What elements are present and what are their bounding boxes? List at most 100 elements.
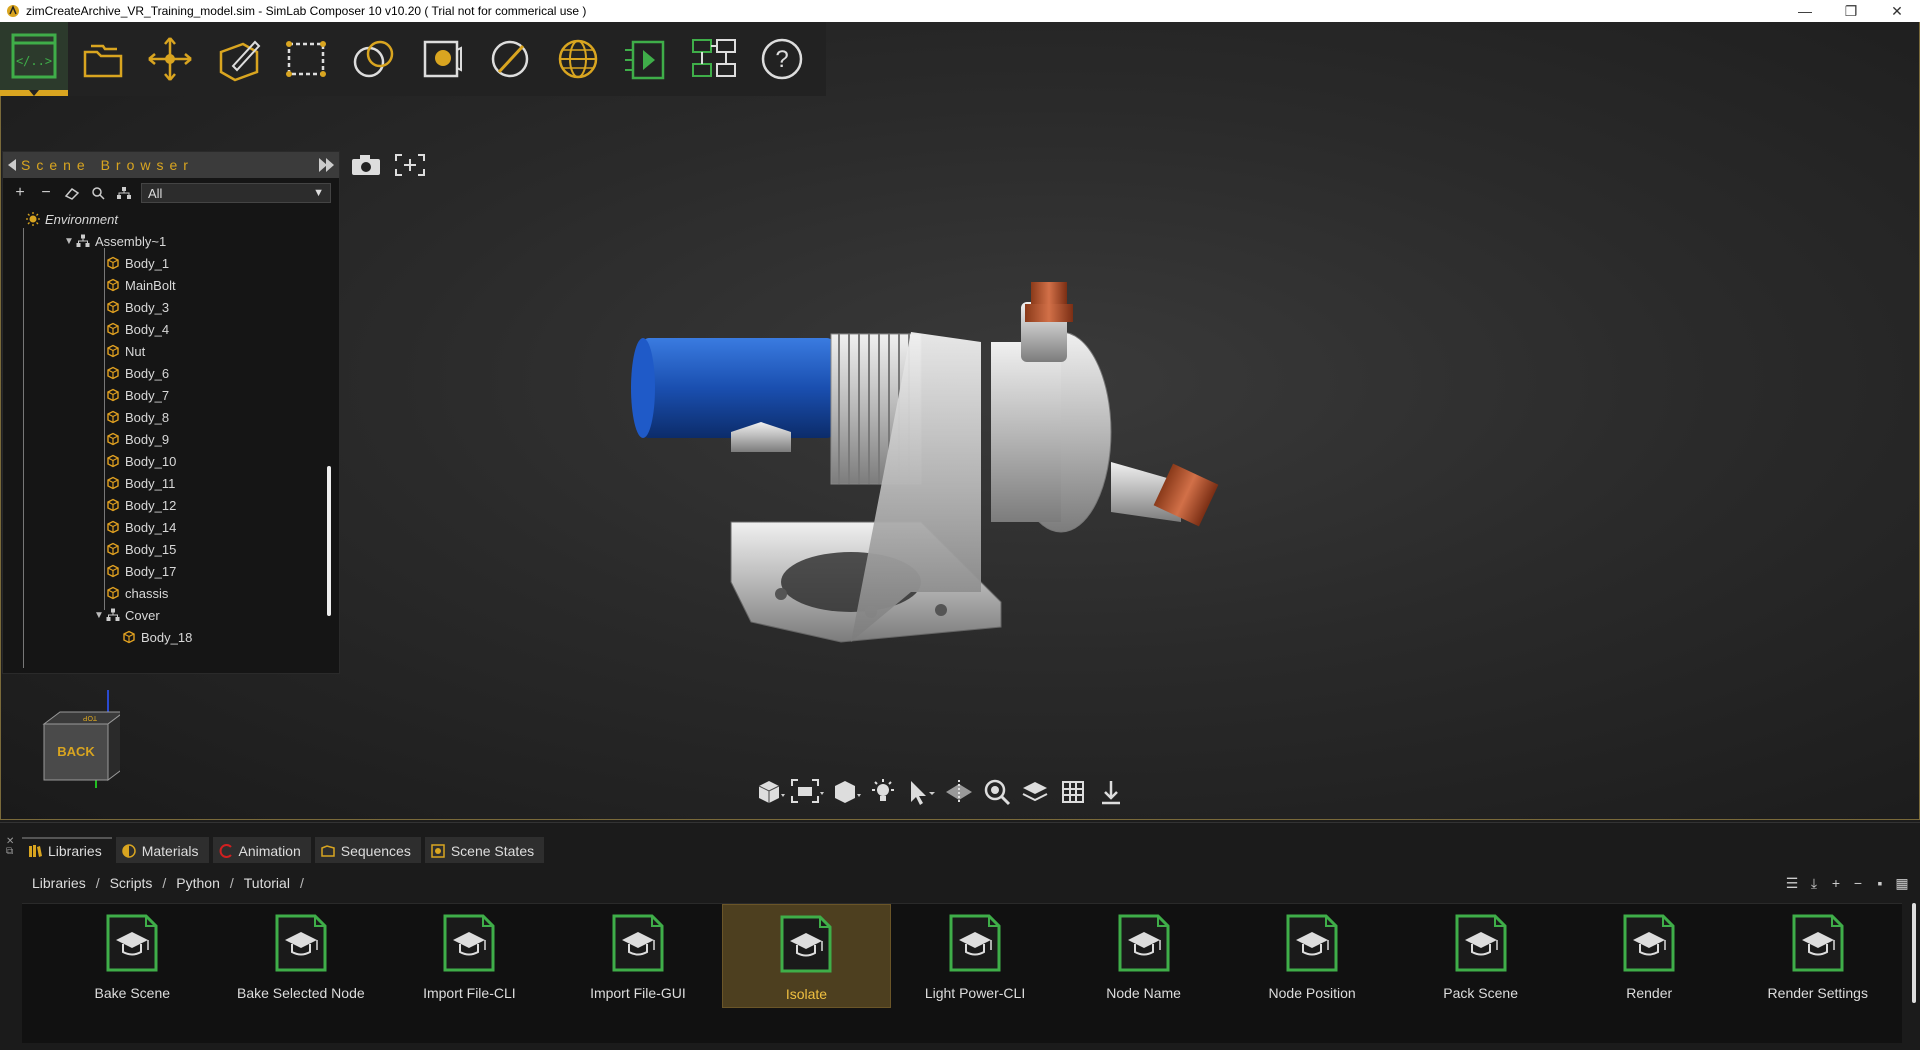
add-icon[interactable]: + xyxy=(11,184,29,202)
open-button[interactable] xyxy=(68,22,136,96)
tree-item[interactable]: Body_18 xyxy=(3,626,339,648)
code-window-icon: </..> xyxy=(11,33,57,79)
tab-label: Sequences xyxy=(340,843,411,859)
snapshot-button[interactable] xyxy=(348,150,384,180)
navigation-cube[interactable]: BACK TOP xyxy=(20,684,120,794)
library-scrollbar[interactable] xyxy=(1912,903,1916,1003)
collapse-left-icon[interactable] xyxy=(7,158,17,172)
library-item[interactable]: Import File-CLI xyxy=(385,904,554,1008)
animation-button[interactable] xyxy=(612,22,680,96)
modeling-button[interactable] xyxy=(204,22,272,96)
mapping-button[interactable] xyxy=(476,22,544,96)
view-mode-icon[interactable]: ▦ xyxy=(1894,875,1910,891)
library-item[interactable]: Import File-GUI xyxy=(554,904,723,1008)
selection-button[interactable] xyxy=(272,22,340,96)
tree-item[interactable]: ▼ Cover xyxy=(3,604,339,626)
pump-model[interactable] xyxy=(621,282,1261,662)
expand-arrow-icon[interactable]: ▼ xyxy=(93,610,105,621)
tree-item-label: Body_15 xyxy=(125,541,177,557)
remove-icon[interactable]: − xyxy=(1850,875,1866,891)
hierarchy-icon[interactable] xyxy=(115,184,133,202)
tree-guide-line xyxy=(104,248,105,610)
library-item[interactable]: Render xyxy=(1565,904,1734,1008)
minimize-button[interactable]: — xyxy=(1782,0,1828,22)
library-item[interactable]: Bake Scene xyxy=(48,904,217,1008)
tree-item[interactable]: Environment xyxy=(3,208,339,230)
move-button[interactable] xyxy=(136,22,204,96)
library-item-label: Pack Scene xyxy=(1443,985,1519,1001)
eraser-icon[interactable] xyxy=(63,184,81,202)
scene-tree-scrollbar[interactable] xyxy=(327,466,331,616)
expand-right-icon[interactable] xyxy=(317,157,335,173)
library-item[interactable]: Light Power-CLI xyxy=(891,904,1060,1008)
scene-browser-header: Scene Browser xyxy=(3,152,339,178)
sort-icon[interactable]: ☰ xyxy=(1784,875,1800,891)
thumbnail-size-icon[interactable]: ▪ xyxy=(1872,875,1888,891)
tree-item[interactable]: Nut xyxy=(3,340,339,362)
tree-item[interactable]: Body_14 xyxy=(3,516,339,538)
library-item[interactable]: Pack Scene xyxy=(1396,904,1565,1008)
add-icon[interactable]: + xyxy=(1828,875,1844,891)
tree-item[interactable]: Body_11 xyxy=(3,472,339,494)
section-button[interactable] xyxy=(942,775,976,809)
expand-arrow-icon[interactable]: ▼ xyxy=(63,236,75,247)
tree-item[interactable]: Body_3 xyxy=(3,296,339,318)
inspect-button[interactable] xyxy=(980,775,1014,809)
shading-button[interactable] xyxy=(828,775,862,809)
tab-libraries[interactable]: Libraries xyxy=(22,837,112,863)
breadcrumb-item[interactable]: Scripts xyxy=(110,875,153,891)
tree-item[interactable]: Body_8 xyxy=(3,406,339,428)
search-icon[interactable] xyxy=(89,184,107,202)
remove-icon[interactable]: − xyxy=(37,184,55,202)
scene-filter-select[interactable]: All ▼ xyxy=(141,183,331,203)
tab-sequences[interactable]: Sequences xyxy=(314,837,421,863)
help-button[interactable]: ? xyxy=(748,22,816,96)
tree-item[interactable]: Body_7 xyxy=(3,384,339,406)
breadcrumb-item[interactable]: Libraries xyxy=(32,875,86,891)
close-button[interactable]: ✕ xyxy=(1874,0,1920,22)
tree-item[interactable]: ▼ Assembly~1 xyxy=(3,230,339,252)
breadcrumb-item[interactable]: Tutorial xyxy=(244,875,290,891)
library-item[interactable]: Node Position xyxy=(1228,904,1397,1008)
tab-materials[interactable]: Materials xyxy=(115,837,209,863)
library-item[interactable]: Node Name xyxy=(1059,904,1228,1008)
tree-item[interactable]: Body_17 xyxy=(3,560,339,582)
tree-item[interactable]: Body_12 xyxy=(3,494,339,516)
tree-item[interactable]: MainBolt xyxy=(3,274,339,296)
tab-animation[interactable]: Animation xyxy=(212,837,311,863)
download-icon[interactable]: ⤓ xyxy=(1806,875,1822,891)
tree-item[interactable]: Body_15 xyxy=(3,538,339,560)
zoom-extent-button[interactable] xyxy=(392,150,428,180)
layers-button[interactable] xyxy=(1018,775,1052,809)
fit-view-button[interactable] xyxy=(790,775,824,809)
tree-item[interactable]: Body_6 xyxy=(3,362,339,384)
select-tool-button[interactable] xyxy=(904,775,938,809)
tab-scene-states[interactable]: Scene States xyxy=(424,837,545,863)
render-button[interactable] xyxy=(408,22,476,96)
scripting-mode-button[interactable]: </..> xyxy=(0,22,68,96)
assembly-icon xyxy=(75,233,91,249)
tree-item[interactable]: Body_10 xyxy=(3,450,339,472)
library-item[interactable]: Bake Selected Node xyxy=(217,904,386,1008)
tree-item[interactable]: Body_1 xyxy=(3,252,339,274)
tree-item[interactable]: Body_9 xyxy=(3,428,339,450)
panel-close-icon[interactable]: ✕ ⧉ xyxy=(6,837,14,857)
view-cube-button[interactable] xyxy=(752,775,786,809)
materials-button[interactable] xyxy=(340,22,408,96)
scene-browser-panel: Scene Browser + − All ▼ Environment ▼ Asse… xyxy=(2,151,340,674)
body-cube-icon xyxy=(105,497,121,513)
vr-flow-button[interactable] xyxy=(680,22,748,96)
library-item[interactable]: Render Settings xyxy=(1733,904,1902,1008)
lighting-button[interactable] xyxy=(866,775,900,809)
breadcrumb-item[interactable]: Python xyxy=(176,875,220,891)
body-cube-icon xyxy=(105,585,121,601)
tree-item-label: Body_7 xyxy=(125,387,170,403)
restore-button[interactable]: ❐ xyxy=(1828,0,1874,22)
library-item[interactable]: Isolate xyxy=(722,904,891,1008)
grid-icon xyxy=(1062,781,1084,803)
tree-item[interactable]: chassis xyxy=(3,582,339,604)
grid-button[interactable] xyxy=(1056,775,1090,809)
drop-to-floor-button[interactable] xyxy=(1094,775,1128,809)
tree-item[interactable]: Body_4 xyxy=(3,318,339,340)
web-button[interactable] xyxy=(544,22,612,96)
